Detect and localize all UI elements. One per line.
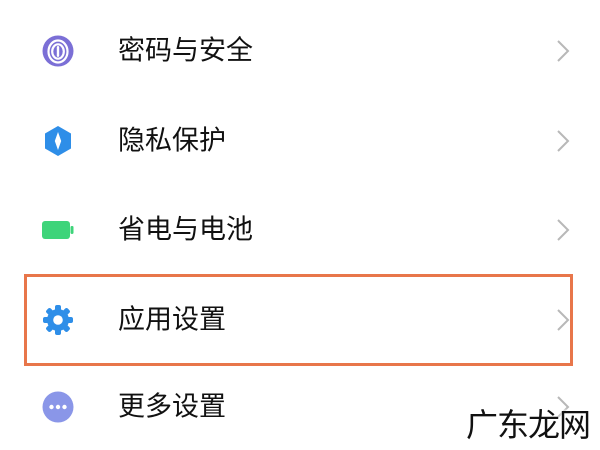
settings-item-label: 隐私保护 — [118, 125, 226, 157]
battery-icon — [42, 214, 74, 246]
chevron-right-icon — [556, 218, 570, 242]
more-dots-icon — [42, 391, 74, 423]
settings-item-app-settings[interactable]: 应用设置 — [0, 275, 600, 365]
privacy-shield-icon — [42, 125, 74, 157]
settings-item-label: 更多设置 — [118, 391, 226, 423]
watermark-text: 广东龙网 — [466, 406, 591, 444]
settings-item-privacy[interactable]: 隐私保护 — [0, 96, 600, 186]
chevron-right-icon — [556, 39, 570, 63]
settings-item-label: 密码与安全 — [118, 35, 253, 67]
chevron-right-icon — [556, 308, 570, 332]
fingerprint-icon — [42, 35, 74, 67]
gear-icon — [42, 304, 74, 336]
settings-item-password-security[interactable]: 密码与安全 — [0, 6, 600, 96]
chevron-right-icon — [556, 129, 570, 153]
settings-item-battery[interactable]: 省电与电池 — [0, 185, 600, 275]
settings-item-label: 省电与电池 — [118, 214, 253, 246]
settings-screen: 密码与安全 隐私保护 省电与电池 应用设置 更多设置 广东龙网 — [0, 0, 600, 450]
settings-item-label: 应用设置 — [118, 304, 226, 336]
